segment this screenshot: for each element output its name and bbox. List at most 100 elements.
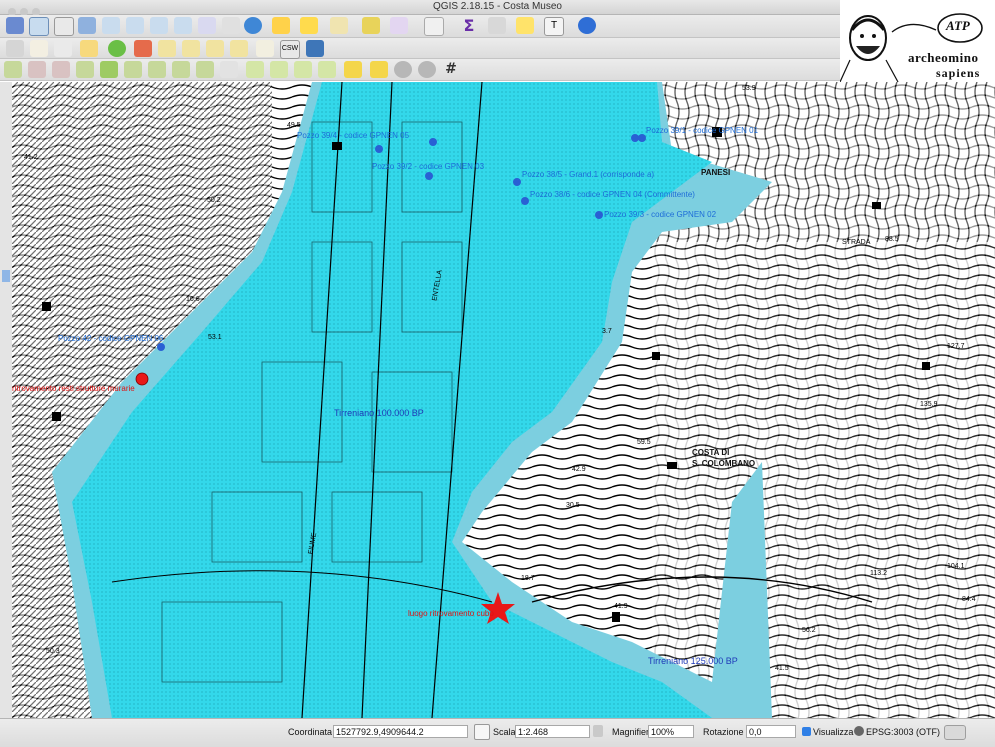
measure-icon[interactable]: [362, 17, 380, 34]
offset-curve-icon[interactable]: [270, 61, 288, 78]
scale-field[interactable]: 1:2.468: [515, 725, 590, 738]
add-ring-icon[interactable]: [76, 61, 94, 78]
render-label: Visualizza: [813, 727, 854, 737]
elevation-label: 104.1: [947, 563, 965, 570]
elevation-label: 59.5: [637, 439, 651, 446]
label-pozzo-39-2: Pozzo 39/2 - codice GPNEN 03: [372, 162, 485, 171]
reshape-icon[interactable]: [294, 61, 312, 78]
zoom-next-icon[interactable]: [174, 17, 192, 34]
copy-icon[interactable]: [30, 40, 48, 57]
map-tips-icon[interactable]: [390, 17, 408, 34]
coordinate-toggle-icon[interactable]: [474, 724, 490, 740]
text-annotation-icon[interactable]: T: [544, 17, 564, 36]
toolbar-editing: CSW: [0, 38, 840, 59]
help-icon[interactable]: [578, 17, 596, 34]
render-checkbox[interactable]: [802, 727, 811, 736]
elevation-label: 3.7: [602, 328, 612, 335]
node-tool-icon[interactable]: [318, 61, 336, 78]
label-pozzo-42: Pozzo 42 - codice GPNEN 06: [58, 334, 164, 343]
attribute-table-icon[interactable]: [424, 17, 444, 36]
elevation-label: 50.2: [207, 197, 221, 204]
label-costa-di: COSTA DI: [692, 448, 730, 457]
new-shapefile-icon[interactable]: [256, 40, 274, 57]
zoom-in-icon[interactable]: [29, 17, 49, 36]
map-svg[interactable]: [12, 82, 995, 718]
logo-text-archeomino: archeomino: [908, 50, 979, 65]
change-label-icon[interactable]: [230, 40, 248, 57]
cut-icon[interactable]: [6, 40, 24, 57]
label-icon[interactable]: [80, 40, 98, 57]
elevation-label: 41.5: [775, 665, 789, 672]
refresh-icon[interactable]: [244, 17, 262, 34]
copy-move-icon[interactable]: [370, 61, 388, 78]
grid-icon[interactable]: #: [442, 61, 460, 78]
rotate-label-icon[interactable]: [206, 40, 224, 57]
elevation-label: 84.4: [962, 596, 976, 603]
new-map-view-icon[interactable]: [198, 17, 216, 34]
merge-features-icon[interactable]: [172, 61, 190, 78]
crs-globe-icon[interactable]: [854, 726, 864, 736]
label-tirreniano-100k: Tirreniano 100.000 BP: [334, 408, 424, 418]
elevation-label: 127.7: [947, 343, 965, 350]
layout-manager-icon[interactable]: [488, 17, 506, 34]
label-pozzo-38-5: Pozzo 38/5 - Grand.1 (corrisponde a): [522, 170, 655, 179]
split-features-icon[interactable]: [196, 61, 214, 78]
snap-icon[interactable]: [418, 61, 436, 78]
label-pozzo-39-4: Pozzo 39/4 - codice GPNEN 05: [297, 131, 410, 140]
magnifier-label: Magnifier: [612, 727, 650, 737]
zoom-last-icon[interactable]: [150, 17, 168, 34]
elevation-label: 41.9: [614, 603, 628, 610]
zoom-full-icon[interactable]: [78, 17, 96, 34]
deselect-icon[interactable]: [330, 17, 348, 34]
rotation-field[interactable]: 0,0: [746, 725, 796, 738]
elevation-label: 135.9: [920, 401, 938, 408]
fill-ring-icon[interactable]: [124, 61, 142, 78]
messages-icon[interactable]: [944, 725, 966, 740]
hillside-southeast: [652, 242, 995, 718]
annotation-icon[interactable]: [516, 17, 534, 34]
python-console-icon[interactable]: [306, 40, 324, 57]
split-parts-icon[interactable]: [148, 61, 166, 78]
add-part-icon[interactable]: [100, 61, 118, 78]
coordinate-field[interactable]: 1527792.9,4909644.2: [333, 725, 468, 738]
show-hide-label-icon[interactable]: [158, 40, 176, 57]
coordinate-label: Coordinata: [288, 727, 333, 737]
csw-icon[interactable]: CSW: [280, 40, 300, 59]
zoom-selection-icon[interactable]: [102, 17, 120, 34]
label-pozzo-38-6: Pozzo 38/6 - codice GPNEN 04 (Committent…: [530, 190, 695, 199]
elevation-label: 30.5: [566, 502, 580, 509]
toolbar-navigation: Σ T: [0, 15, 840, 38]
paste-icon[interactable]: [54, 40, 72, 57]
zoom-layer-icon[interactable]: [126, 17, 144, 34]
edit-node-icon[interactable]: [4, 61, 22, 78]
rotate-feature-icon[interactable]: [220, 61, 238, 78]
move-label-icon[interactable]: [182, 40, 200, 57]
style-icon[interactable]: [108, 40, 126, 57]
identify-icon[interactable]: [272, 17, 290, 34]
trace-icon[interactable]: [394, 61, 412, 78]
pin-label-icon[interactable]: [134, 40, 152, 57]
pan-icon[interactable]: [6, 17, 24, 34]
label-find-point: ritrovamento resti strutture murarie: [12, 384, 135, 393]
lock-scale-icon[interactable]: [593, 725, 603, 737]
map-canvas[interactable]: Pozzo 39/4 - codice GPNEN 05 Pozzo 39/2 …: [12, 82, 995, 718]
toolbar-digitizing: #: [0, 59, 840, 81]
delete-ring-icon[interactable]: [52, 61, 70, 78]
elevation-label: 41.2: [24, 154, 38, 161]
panel-handle[interactable]: [2, 270, 10, 282]
delete-part-icon[interactable]: [28, 61, 46, 78]
elevation-label: 53.9: [742, 85, 756, 92]
field-calc-icon[interactable]: Σ: [460, 17, 478, 34]
crs-label[interactable]: EPSG:3003 (OTF): [866, 727, 940, 737]
zoom-native-icon[interactable]: [54, 17, 74, 36]
label-star-marker: luogo ritrovamento cubo: [408, 609, 494, 618]
label-pozzo-39-3: Pozzo 39/3 - codice GPNEN 02: [604, 210, 717, 219]
bookmark-icon[interactable]: [222, 17, 240, 34]
status-bar: Coordinata 1527792.9,4909644.2 Scala 1:2…: [0, 718, 995, 747]
magnifier-field[interactable]: 100%: [648, 725, 694, 738]
find-point[interactable]: [135, 372, 149, 386]
simplify-icon[interactable]: [246, 61, 264, 78]
label-tirreniano-125k: Tirreniano 125.000 BP: [648, 656, 738, 666]
move-feature-icon[interactable]: [344, 61, 362, 78]
select-icon[interactable]: [300, 17, 318, 34]
